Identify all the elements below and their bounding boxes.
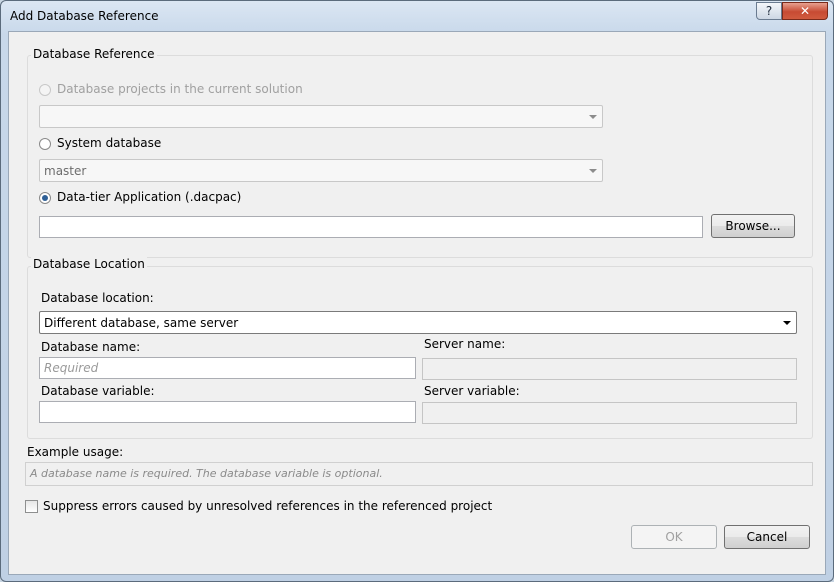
database-name-input[interactable]: Required <box>39 357 416 379</box>
example-usage-label: Example usage: <box>27 445 124 459</box>
chevron-down-icon <box>783 321 791 325</box>
ok-button-label: OK <box>665 530 683 544</box>
database-variable-input[interactable] <box>39 401 416 423</box>
system-database-radio-label: System database <box>57 136 162 150</box>
chevron-down-icon <box>589 169 597 173</box>
dacpac-radio-label: Data-tier Application (.dacpac) <box>57 190 242 204</box>
database-reference-legend: Database Reference <box>31 47 157 61</box>
close-button[interactable]: ✕ <box>782 2 828 20</box>
help-button[interactable]: ? <box>756 2 782 20</box>
suppress-errors-label: Suppress errors caused by unresolved ref… <box>43 499 493 513</box>
database-name-placeholder: Required <box>44 361 99 375</box>
database-location-legend: Database Location <box>31 257 147 271</box>
projects-radio-label: Database projects in the current solutio… <box>57 82 303 96</box>
system-database-radio[interactable] <box>39 138 51 150</box>
browse-button-label: Browse... <box>725 219 781 233</box>
cancel-button-label: Cancel <box>746 530 788 544</box>
title-bar[interactable]: Add Database Reference ? ✕ <box>1 1 833 31</box>
system-database-combo[interactable]: master <box>39 159 603 182</box>
database-name-label: Database name: <box>41 340 141 354</box>
dacpac-radio[interactable] <box>39 192 51 204</box>
help-icon: ? <box>765 4 773 18</box>
projects-radio[interactable] <box>39 84 51 96</box>
database-location-label: Database location: <box>41 291 154 305</box>
suppress-errors-checkbox[interactable] <box>25 500 38 513</box>
title-buttons: ? ✕ <box>756 2 828 22</box>
database-location-combo[interactable]: Different database, same server <box>39 311 797 334</box>
example-usage-box: A database name is required. The databas… <box>25 462 813 486</box>
database-location-value: Different database, same server <box>44 316 239 330</box>
chevron-down-icon <box>589 115 597 119</box>
browse-button[interactable]: Browse... <box>711 214 795 238</box>
ok-button[interactable]: OK <box>631 525 717 549</box>
example-usage-text: A database name is required. The databas… <box>30 467 383 480</box>
database-variable-label: Database variable: <box>41 384 155 398</box>
system-database-combo-value: master <box>44 164 87 178</box>
dacpac-path-input[interactable] <box>39 216 703 238</box>
server-name-input[interactable] <box>422 358 797 380</box>
add-database-reference-dialog: Add Database Reference ? ✕ Database Refe… <box>0 0 834 582</box>
close-icon: ✕ <box>799 4 811 18</box>
dialog-body: Database Reference Database projects in … <box>8 31 826 575</box>
server-name-label: Server name: <box>424 337 506 351</box>
window-title: Add Database Reference <box>10 9 159 23</box>
cancel-button[interactable]: Cancel <box>724 525 810 549</box>
projects-combo[interactable] <box>39 105 603 128</box>
server-variable-label: Server variable: <box>424 384 520 398</box>
server-variable-input[interactable] <box>422 402 797 424</box>
